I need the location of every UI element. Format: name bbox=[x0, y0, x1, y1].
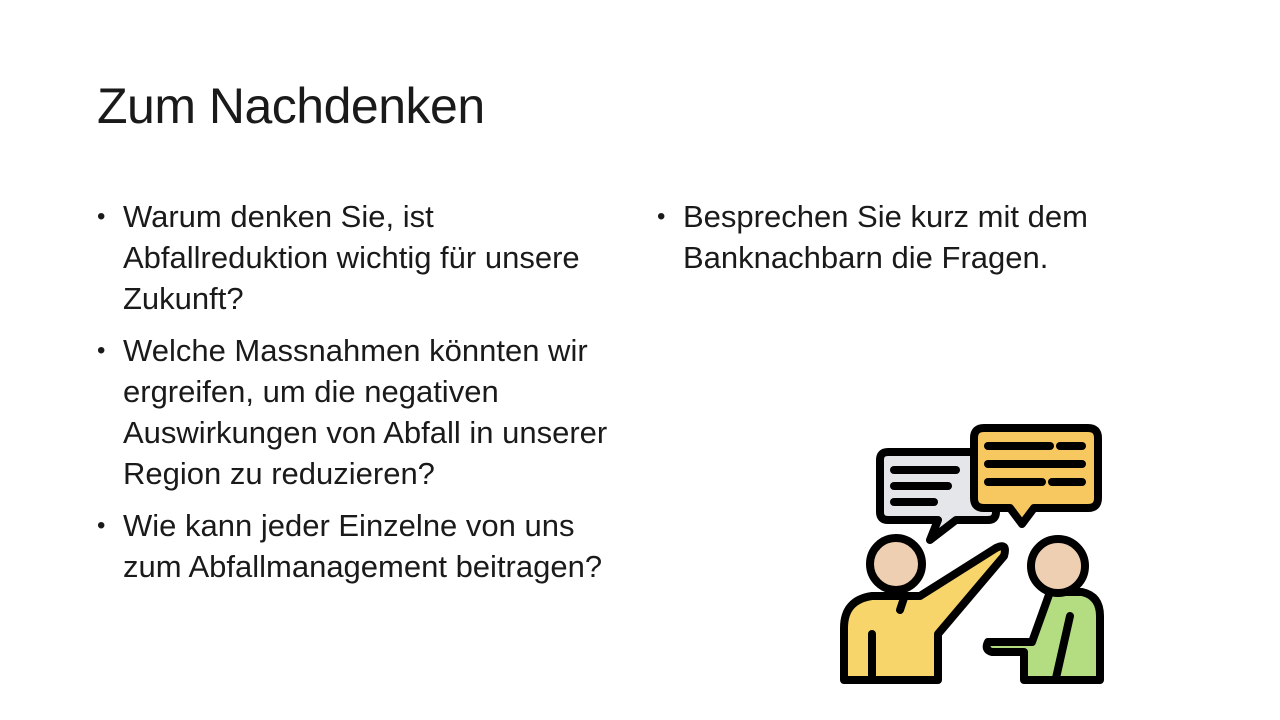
bullet-item: • Welche Massnahmen könnten wir ergreife… bbox=[97, 330, 637, 494]
slide-title: Zum Nachdenken bbox=[97, 78, 485, 134]
bullet-marker: • bbox=[97, 512, 106, 539]
bullet-text: Besprechen Sie kurz mit dem Banknachbarn… bbox=[683, 199, 1088, 275]
bullet-marker: • bbox=[97, 337, 106, 364]
person-left-head-icon bbox=[866, 534, 926, 594]
discussion-icon bbox=[840, 424, 1104, 684]
left-bullet-list: • Warum denken Sie, ist Abfallreduktion … bbox=[97, 196, 637, 598]
bullet-marker: • bbox=[97, 203, 106, 230]
right-bullet-list: • Besprechen Sie kurz mit dem Banknachba… bbox=[657, 196, 1217, 289]
bullet-text: Welche Massnahmen könnten wir ergreifen,… bbox=[123, 333, 608, 491]
bullet-item: • Warum denken Sie, ist Abfallreduktion … bbox=[97, 196, 637, 319]
person-right-body-icon bbox=[982, 588, 1104, 684]
slide: Zum Nachdenken • Warum denken Sie, ist A… bbox=[0, 0, 1280, 720]
bullet-item: • Besprechen Sie kurz mit dem Banknachba… bbox=[657, 196, 1217, 278]
person-right-head-icon bbox=[1027, 535, 1089, 597]
bullet-text: Warum denken Sie, ist Abfallreduktion wi… bbox=[123, 199, 580, 316]
bullet-marker: • bbox=[657, 203, 666, 230]
bullet-text: Wie kann jeder Einzelne von uns zum Abfa… bbox=[123, 508, 603, 584]
bullet-item: • Wie kann jeder Einzelne von uns zum Ab… bbox=[97, 505, 637, 587]
